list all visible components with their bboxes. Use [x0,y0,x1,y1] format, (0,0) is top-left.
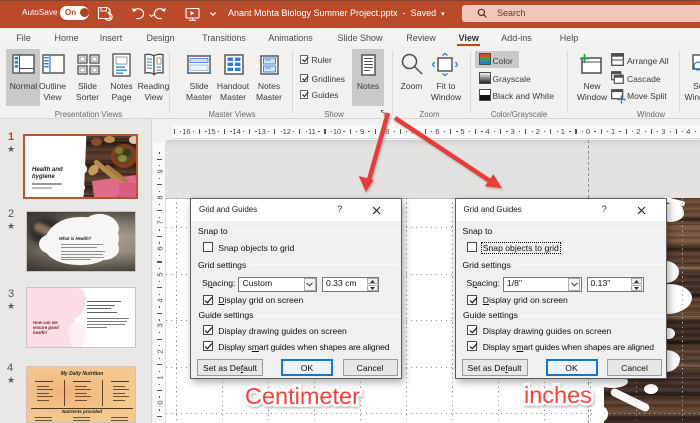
svg-text:Centimeter: Centimeter [245,383,360,409]
svg-text:inches: inches [524,382,592,408]
